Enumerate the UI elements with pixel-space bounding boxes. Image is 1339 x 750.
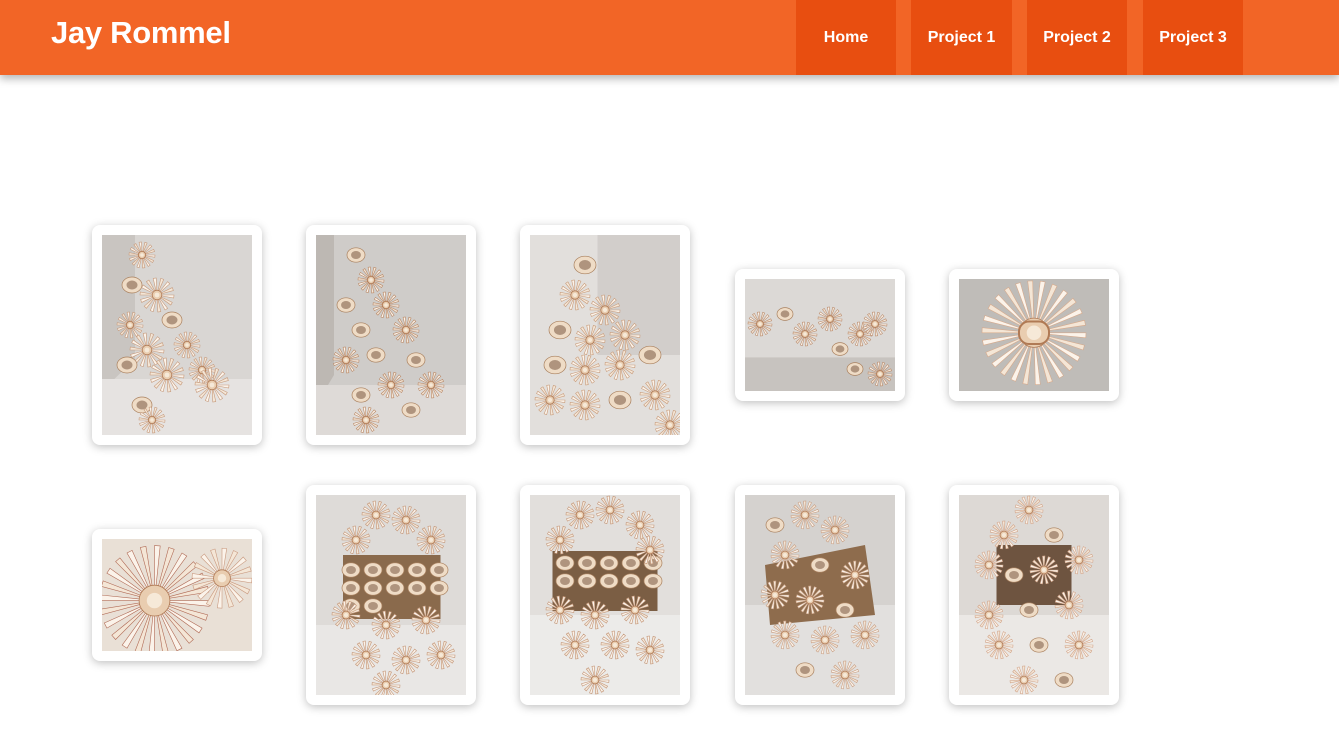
gallery-thumb[interactable] — [735, 269, 905, 401]
gallery-thumb[interactable] — [520, 485, 690, 705]
photo-image — [102, 539, 252, 651]
gallery-thumb[interactable] — [306, 485, 476, 705]
gallery-thumb[interactable] — [306, 225, 476, 445]
photo-image — [316, 495, 466, 695]
image-gallery — [0, 75, 1339, 750]
photo-image — [745, 279, 895, 391]
sculpture-photo — [316, 495, 466, 695]
gallery-thumb[interactable] — [92, 529, 262, 661]
nav-home[interactable]: Home — [796, 0, 896, 75]
gallery-thumb[interactable] — [735, 485, 905, 705]
sculpture-photo — [745, 495, 895, 695]
gallery-thumb[interactable] — [92, 225, 262, 445]
sculpture-photo — [102, 235, 252, 435]
site-title[interactable]: Jay Rommel — [51, 15, 231, 51]
photo-image — [316, 235, 466, 435]
sculpture-photo — [745, 279, 895, 391]
sculpture-photo — [102, 539, 252, 651]
sculpture-photo — [959, 279, 1109, 391]
nav-project-3[interactable]: Project 3 — [1143, 0, 1243, 75]
sculpture-photo — [959, 495, 1109, 695]
nav-project-1[interactable]: Project 1 — [911, 0, 1012, 75]
photo-image — [102, 235, 252, 435]
gallery-thumb[interactable] — [949, 269, 1119, 401]
gallery-thumb[interactable] — [520, 225, 690, 445]
site-header: Jay Rommel Home Project 1 Project 2 Proj… — [0, 0, 1339, 75]
sculpture-photo — [530, 495, 680, 695]
sculpture-photo — [530, 235, 680, 435]
photo-image — [530, 235, 680, 435]
photo-image — [959, 279, 1109, 391]
photo-image — [745, 495, 895, 695]
sculpture-photo — [316, 235, 466, 435]
gallery-thumb[interactable] — [949, 485, 1119, 705]
photo-image — [959, 495, 1109, 695]
nav-project-2[interactable]: Project 2 — [1027, 0, 1127, 75]
photo-image — [530, 495, 680, 695]
